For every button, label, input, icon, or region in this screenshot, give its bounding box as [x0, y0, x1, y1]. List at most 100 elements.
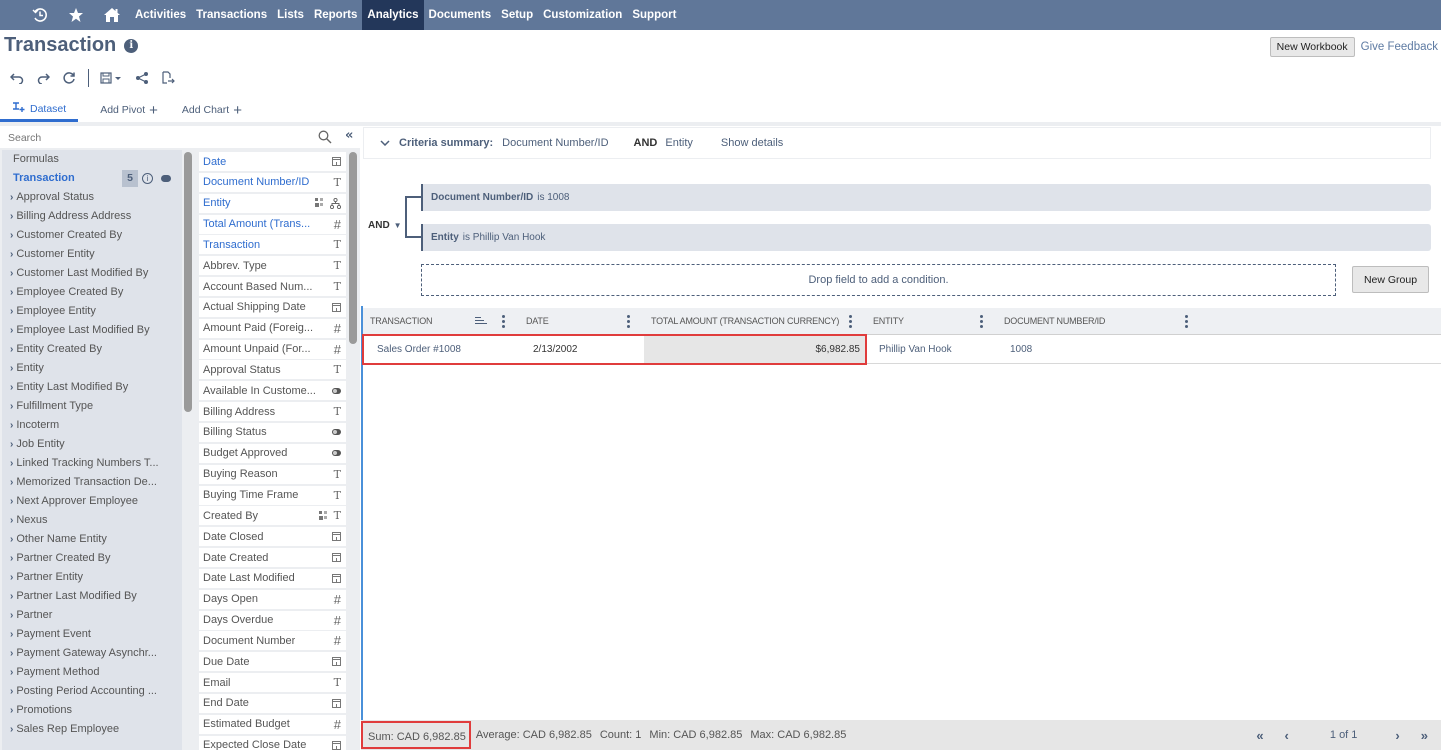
field-item[interactable]: Days Open #: [199, 589, 346, 609]
record-item[interactable]: › Promotions: [2, 701, 182, 720]
record-item[interactable]: › Payment Event: [2, 625, 182, 644]
first-page-icon[interactable]: «: [1256, 728, 1263, 743]
record-item[interactable]: › Customer Created By: [2, 226, 182, 245]
tab-dataset[interactable]: Dataset: [0, 98, 79, 122]
new-workbook-button[interactable]: New Workbook: [1269, 37, 1355, 57]
field-list-scrollbar[interactable]: [349, 152, 357, 344]
record-item[interactable]: › Nexus: [2, 511, 182, 530]
search-input[interactable]: [8, 131, 308, 144]
field-item[interactable]: Account Based Num... T: [199, 277, 346, 297]
record-transaction[interactable]: Transaction 5 i: [2, 169, 182, 188]
column-header-total-amount[interactable]: TOTAL AMOUNT (TRANSACTION CURRENCY): [651, 308, 839, 335]
record-item[interactable]: › Other Name Entity: [2, 530, 182, 549]
field-item[interactable]: Buying Reason T: [199, 464, 346, 484]
record-item[interactable]: › Entity Last Modified By: [2, 378, 182, 397]
record-item[interactable]: › Approval Status: [2, 188, 182, 207]
field-item[interactable]: Billing Status: [199, 422, 346, 442]
home-icon[interactable]: [94, 0, 130, 30]
field-item[interactable]: Amount Paid (Foreig... #: [199, 318, 346, 338]
record-item[interactable]: › Job Entity: [2, 435, 182, 454]
record-item[interactable]: › Next Approver Employee: [2, 492, 182, 511]
tab-add-chart[interactable]: Add Chart +: [170, 98, 254, 122]
field-item[interactable]: Days Overdue #: [199, 610, 346, 630]
field-item[interactable]: Amount Unpaid (For... #: [199, 339, 346, 359]
column-menu-icon[interactable]: [627, 315, 631, 329]
record-item[interactable]: › Entity Created By: [2, 340, 182, 359]
field-item[interactable]: Date Last Modified: [199, 568, 346, 588]
record-item[interactable]: › Entity: [2, 359, 182, 378]
nav-documents[interactable]: Documents: [424, 0, 497, 30]
cell-entity[interactable]: Phillip Van Hook: [879, 336, 952, 363]
field-item[interactable]: End Date: [199, 693, 346, 713]
last-page-icon[interactable]: »: [1421, 728, 1428, 743]
condition-document-number[interactable]: Document Number/ID is 1008: [421, 184, 1431, 211]
field-item[interactable]: Due Date: [199, 652, 346, 672]
nav-customization[interactable]: Customization: [538, 0, 627, 30]
nav-setup[interactable]: Setup: [496, 0, 538, 30]
record-item[interactable]: › Employee Last Modified By: [2, 321, 182, 340]
nav-reports[interactable]: Reports: [309, 0, 362, 30]
field-item[interactable]: Document Number #: [199, 631, 346, 651]
column-menu-icon[interactable]: [980, 315, 984, 329]
field-item[interactable]: Budget Approved: [199, 443, 346, 463]
field-item[interactable]: Date Closed: [199, 527, 346, 547]
record-item[interactable]: › Payment Method: [2, 663, 182, 682]
cell-transaction[interactable]: Sales Order #1008: [377, 336, 461, 363]
field-item[interactable]: Transaction T: [199, 235, 346, 255]
nav-transactions[interactable]: Transactions: [191, 0, 272, 30]
record-item[interactable]: › Customer Last Modified By: [2, 264, 182, 283]
record-item[interactable]: › Payment Gateway Asynchr...: [2, 644, 182, 663]
record-list-scrollbar[interactable]: [184, 152, 192, 412]
share-icon[interactable]: [131, 68, 153, 88]
record-item[interactable]: › Partner Last Modified By: [2, 587, 182, 606]
column-header-date[interactable]: DATE: [526, 308, 549, 335]
refresh-icon[interactable]: [58, 68, 80, 88]
operator-dropdown[interactable]: AND ▼: [368, 220, 402, 231]
nav-support[interactable]: Support: [627, 0, 681, 30]
field-item[interactable]: Expected Close Date: [199, 735, 346, 750]
prev-page-icon[interactable]: ‹: [1285, 728, 1289, 743]
record-item[interactable]: › Sales Rep Employee: [2, 720, 182, 739]
collapse-panel-icon[interactable]: «: [345, 128, 353, 143]
record-item[interactable]: › Posting Period Accounting ...: [2, 682, 182, 701]
field-item[interactable]: Date Created: [199, 548, 346, 568]
field-item[interactable]: Total Amount (Trans... #: [199, 214, 346, 234]
record-item[interactable]: › Customer Entity: [2, 245, 182, 264]
record-item[interactable]: › Employee Created By: [2, 283, 182, 302]
recent-icon[interactable]: [22, 0, 58, 30]
table-row[interactable]: Sales Order #1008 2/13/2002 $6,982.85 Ph…: [363, 336, 1441, 364]
sort-icon[interactable]: [475, 317, 487, 326]
record-item[interactable]: › Fulfillment Type: [2, 397, 182, 416]
record-item[interactable]: › Partner: [2, 606, 182, 625]
undo-icon[interactable]: [6, 68, 28, 88]
save-icon[interactable]: [97, 68, 127, 88]
export-icon[interactable]: [157, 68, 179, 88]
column-menu-icon[interactable]: [1185, 315, 1189, 329]
record-item[interactable]: › Partner Entity: [2, 568, 182, 587]
record-item[interactable]: › Partner Created By: [2, 549, 182, 568]
condition-entity[interactable]: Entity is Phillip Van Hook: [421, 224, 1431, 251]
field-item[interactable]: Available In Custome...: [199, 381, 346, 401]
column-header-transaction[interactable]: TRANSACTION: [370, 308, 433, 335]
field-item[interactable]: Document Number/ID T: [199, 172, 346, 192]
redo-icon[interactable]: [32, 68, 54, 88]
nav-analytics[interactable]: Analytics: [362, 0, 424, 30]
new-group-button[interactable]: New Group: [1352, 266, 1429, 293]
column-header-document-number[interactable]: DOCUMENT NUMBER/ID: [1004, 308, 1105, 335]
next-page-icon[interactable]: ›: [1395, 728, 1399, 743]
record-item[interactable]: › Memorized Transaction De...: [2, 473, 182, 492]
field-item[interactable]: Entity: [199, 193, 346, 213]
nav-lists[interactable]: Lists: [272, 0, 309, 30]
chevron-down-icon[interactable]: [380, 138, 390, 149]
field-item[interactable]: Buying Time Frame T: [199, 485, 346, 505]
record-item[interactable]: › Employee Entity: [2, 302, 182, 321]
search-icon[interactable]: [318, 130, 332, 147]
tab-add-pivot[interactable]: Add Pivot +: [88, 98, 170, 122]
star-icon[interactable]: [58, 0, 94, 30]
field-item[interactable]: Date: [199, 152, 346, 171]
info-icon[interactable]: i: [124, 38, 139, 53]
toggle-icon[interactable]: [161, 175, 171, 182]
record-item[interactable]: › Incoterm: [2, 416, 182, 435]
field-item[interactable]: Actual Shipping Date: [199, 297, 346, 317]
column-header-entity[interactable]: ENTITY: [873, 308, 904, 335]
